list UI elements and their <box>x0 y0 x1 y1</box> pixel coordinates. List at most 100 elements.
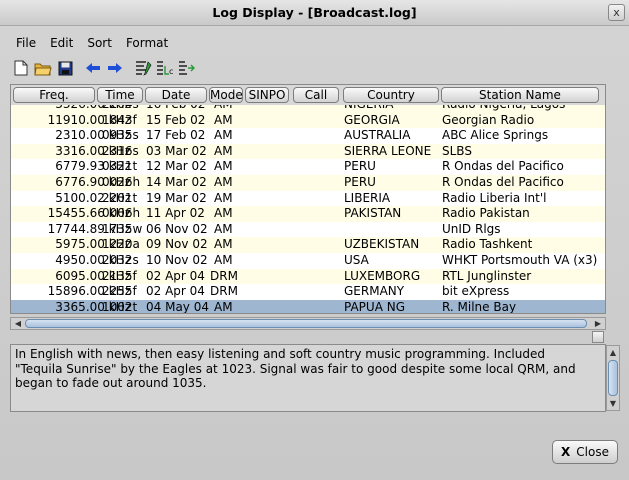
cell-country: LIBERIA <box>344 190 391 205</box>
cell-station: R. Milne Bay <box>442 299 517 314</box>
notes-text: In English with news, then easy listenin… <box>15 347 576 390</box>
column-header-freq[interactable]: Freq. <box>13 87 95 103</box>
column-header-sinpo[interactable]: SINPO <box>245 87 289 103</box>
cell-station: Radio Pakistan <box>442 206 530 221</box>
menu-edit[interactable]: Edit <box>50 36 73 50</box>
table-row[interactable]: 6095.00 kHz 2135f 02 Apr 04 DRM LUXEMBOR… <box>11 268 605 285</box>
window-close-icon[interactable]: x <box>608 4 625 21</box>
cell-time: 2201t <box>102 190 138 205</box>
table-row[interactable]: 5975.00 kHz 1220a 09 Nov 02 AM UZBEKISTA… <box>11 237 605 253</box>
horizontal-scroll-thumb[interactable] <box>25 319 587 328</box>
table-row[interactable]: 2310.00 kHz 0935s 17 Feb 02 AM AUSTRALIA… <box>11 128 605 144</box>
column-header-time[interactable]: Time <box>97 87 143 103</box>
table-row[interactable]: 6776.90 kHz 0026h 14 Mar 02 AM PERU R On… <box>11 175 605 191</box>
cell-station: UnID Rlgs <box>442 221 501 236</box>
table-row[interactable]: 17744.89 kHz 1735w 06 Nov 02 AM UnID Rlg… <box>11 221 605 238</box>
table-row[interactable]: 11910.00 kHz 1843f 15 Feb 02 AM GEORGIA … <box>11 112 605 129</box>
cell-time: 1220a <box>102 237 140 252</box>
save-icon[interactable] <box>54 58 76 78</box>
cell-time: 0006h <box>102 206 141 221</box>
cell-country: GERMANY <box>344 284 405 299</box>
cell-country: AUSTRALIA <box>344 128 411 143</box>
cell-mode: DRM <box>210 268 238 283</box>
arrow-right-icon[interactable] <box>104 58 126 78</box>
cell-mode: AM <box>214 253 233 267</box>
cell-station: ABC Alice Springs <box>442 128 549 143</box>
cell-mode: AM <box>214 206 233 221</box>
arrow-left-icon[interactable] <box>82 58 104 78</box>
cell-date: 03 Mar 02 <box>146 143 207 158</box>
menu-format[interactable]: Format <box>126 36 168 50</box>
table-header: Freq. Time Date Mode SINPO Call Country … <box>11 85 605 105</box>
cell-country: PERU <box>344 159 376 174</box>
new-file-icon[interactable] <box>10 58 32 78</box>
table-row[interactable]: 6779.93 kHz 0321t 12 Mar 02 AM PERU R On… <box>11 159 605 175</box>
cell-mode: AM <box>214 175 233 189</box>
scroll-left-icon[interactable]: ◀ <box>12 318 24 329</box>
filter-icon[interactable] <box>132 58 154 78</box>
vertical-scrollbar[interactable]: ▲ ▼ <box>606 345 620 411</box>
cell-country: PAPUA NG <box>344 299 405 314</box>
cell-station: R Ondas del Pacifico <box>442 159 564 174</box>
cell-time: 0321t <box>102 159 138 174</box>
cell-time: 1843f <box>102 112 137 127</box>
cell-country: SIERRA LEONE <box>344 143 432 158</box>
cell-mode: AM <box>214 190 233 205</box>
scroll-down-icon[interactable]: ▼ <box>607 398 619 409</box>
cell-date: 17 Feb 02 <box>146 128 206 143</box>
menu-sort[interactable]: Sort <box>87 36 112 50</box>
notes-text-area[interactable]: In English with news, then easy listenin… <box>10 344 606 412</box>
table-row[interactable]: 15896.00 kHz 2255f 02 Apr 04 DRM GERMANY… <box>11 284 605 300</box>
cell-country: GEORGIA <box>344 112 400 127</box>
filter-c-icon[interactable]: c <box>154 58 176 78</box>
cell-date: 02 Apr 04 <box>146 284 205 299</box>
table-row[interactable]: 5100.02 kHz 2201t 19 Mar 02 AM LIBERIA R… <box>11 190 605 207</box>
cell-time: 2135f <box>102 268 137 283</box>
cell-time: 2316s <box>102 143 139 158</box>
scroll-up-icon[interactable]: ▲ <box>607 347 619 358</box>
cell-time: 1735w <box>102 221 143 236</box>
cell-country: USA <box>344 253 369 267</box>
cell-date: 10 Nov 02 <box>146 253 208 267</box>
column-header-station-name[interactable]: Station Name <box>441 87 599 103</box>
cell-station: Radio Tashkent <box>442 237 533 252</box>
cell-mode: AM <box>214 159 233 174</box>
menu-bar: File Edit Sort Format <box>4 31 625 55</box>
horizontal-scrollbar[interactable]: ◀ ▶ <box>10 317 606 330</box>
cell-date: 14 Mar 02 <box>146 175 207 189</box>
window-title: Log Display - [Broadcast.log] <box>212 5 417 20</box>
filter-arrow-icon[interactable] <box>176 58 198 78</box>
table-row[interactable]: 4950.00 kHz 2032s 10 Nov 02 AM USA WHKT … <box>11 253 605 269</box>
svg-text:c: c <box>169 67 173 76</box>
table-row[interactable]: 3316.00 kHz 2316s 03 Mar 02 AM SIERRA LE… <box>11 143 605 160</box>
cell-mode: AM <box>214 237 233 252</box>
cell-date: 04 May 04 <box>146 299 209 314</box>
cell-date: 11 Apr 02 <box>146 206 205 221</box>
table-row-selected[interactable]: 3365.00 kHz 1002t 04 May 04 AM PAPUA NG … <box>11 299 605 314</box>
cell-station: Radio Liberia Int'l <box>442 190 547 205</box>
cell-date: 06 Nov 02 <box>146 221 208 236</box>
column-header-call[interactable]: Call <box>293 87 339 103</box>
scroll-right-icon[interactable]: ▶ <box>592 318 604 329</box>
column-header-mode[interactable]: Mode <box>209 87 243 103</box>
cell-date: 02 Apr 04 <box>146 268 205 283</box>
cell-time: 2255f <box>102 284 137 299</box>
log-table: 3326.00 kHz 2204s 16 Feb 02 AM NIGERIA R… <box>10 84 606 314</box>
cell-time: 2032s <box>102 253 139 267</box>
close-button-label: Close <box>576 445 609 459</box>
table-row[interactable]: 15455.66 kHz 0006h 11 Apr 02 AM PAKISTAN… <box>11 206 605 222</box>
cell-mode: AM <box>214 112 233 127</box>
resize-corner <box>592 331 604 343</box>
close-button[interactable]: X Close <box>552 440 618 464</box>
cell-mode: AM <box>214 299 233 314</box>
column-header-country[interactable]: Country <box>343 87 439 103</box>
column-header-date[interactable]: Date <box>145 87 207 103</box>
title-bar: Log Display - [Broadcast.log] x <box>0 0 629 26</box>
open-folder-icon[interactable] <box>32 58 54 78</box>
cell-station: SLBS <box>442 143 472 158</box>
cell-date: 15 Feb 02 <box>146 112 206 127</box>
cell-time: 1002t <box>102 299 138 314</box>
toolbar: c <box>10 57 198 79</box>
menu-file[interactable]: File <box>16 36 36 50</box>
vertical-scroll-thumb[interactable] <box>608 360 618 396</box>
